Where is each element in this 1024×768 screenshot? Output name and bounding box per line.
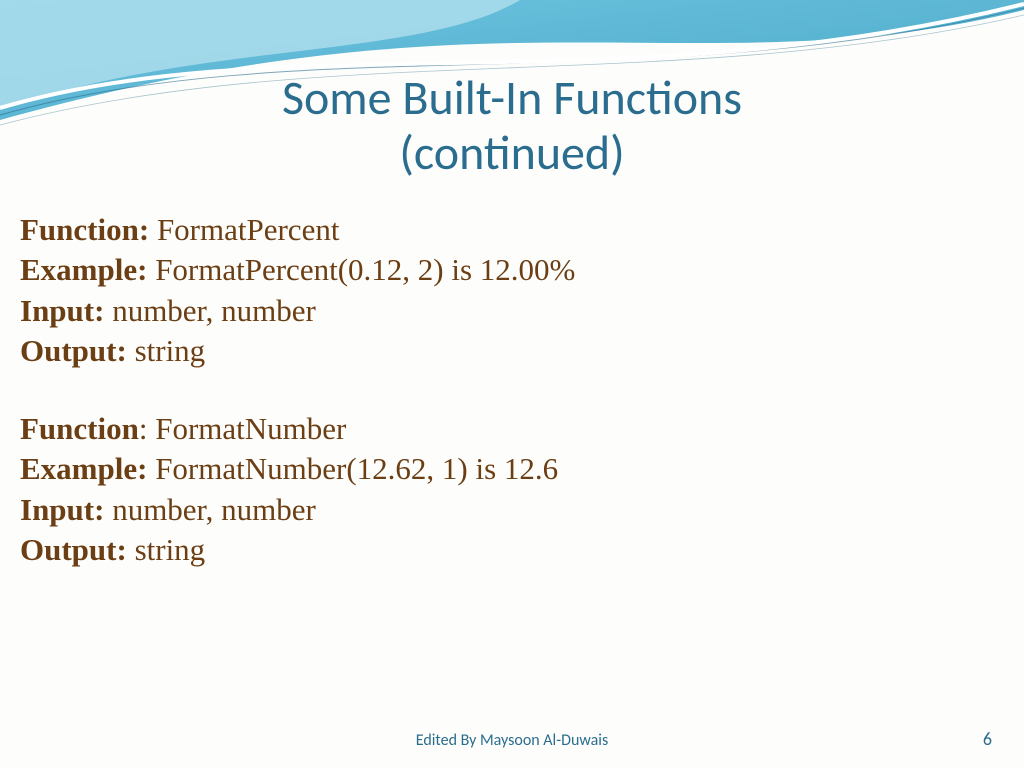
input-value: number, number bbox=[104, 492, 315, 527]
input-line: Input: number, number bbox=[20, 490, 1004, 530]
title-line-1: Some Built-In Functions bbox=[282, 68, 742, 127]
output-line: Output: string bbox=[20, 530, 1004, 570]
output-label: Output: bbox=[20, 333, 127, 368]
function-label: Function: bbox=[20, 212, 149, 247]
example-label: Example: bbox=[20, 252, 147, 287]
function-block-1: Function: FormatPercent Example: FormatP… bbox=[20, 210, 1004, 371]
function-line: Function: FormatNumber bbox=[20, 409, 1004, 449]
output-line: Output: string bbox=[20, 331, 1004, 371]
example-label: Example: bbox=[20, 451, 147, 486]
slide-title: Some Built-In Functions (continued) bbox=[0, 70, 1024, 180]
example-line: Example: FormatNumber(12.62, 1) is 12.6 bbox=[20, 449, 1004, 489]
slide-content: Function: FormatPercent Example: FormatP… bbox=[20, 210, 1004, 608]
page-number: 6 bbox=[983, 728, 992, 750]
function-value: FormatNumber bbox=[155, 411, 346, 446]
function-value: FormatPercent bbox=[149, 212, 339, 247]
output-label: Output: bbox=[20, 532, 127, 567]
input-line: Input: number, number bbox=[20, 291, 1004, 331]
example-value: FormatNumber(12.62, 1) is 12.6 bbox=[147, 451, 558, 486]
input-value: number, number bbox=[104, 293, 315, 328]
title-line-2: (continued) bbox=[399, 123, 624, 182]
input-label: Input: bbox=[20, 293, 104, 328]
function-label: Function bbox=[20, 411, 139, 446]
output-value: string bbox=[127, 333, 205, 368]
example-line: Example: FormatPercent(0.12, 2) is 12.00… bbox=[20, 250, 1004, 290]
function-line: Function: FormatPercent bbox=[20, 210, 1004, 250]
output-value: string bbox=[127, 532, 205, 567]
function-block-2: Function: FormatNumber Example: FormatNu… bbox=[20, 409, 1004, 570]
example-value: FormatPercent(0.12, 2) is 12.00% bbox=[147, 252, 575, 287]
footer-credit: Edited By Maysoon Al-Duwais bbox=[0, 731, 1024, 750]
input-label: Input: bbox=[20, 492, 104, 527]
function-sep: : bbox=[139, 411, 155, 446]
